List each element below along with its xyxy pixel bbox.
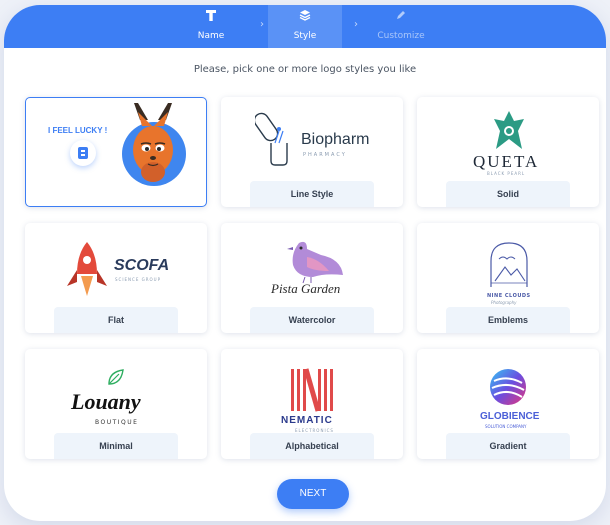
capsule-icon: [255, 112, 288, 166]
step-name[interactable]: Name: [172, 5, 250, 48]
lucky-label: I FEEL LUCKY !: [48, 126, 108, 135]
style-label: Flat: [54, 307, 178, 333]
style-card-line-style[interactable]: Biopharm PHARMACY Line Style: [221, 97, 403, 207]
instruction-text: Please, pick one or more logo styles you…: [193, 64, 417, 75]
next-button[interactable]: NEXT: [277, 479, 349, 509]
logo-subtitle: Photography: [491, 300, 517, 305]
logo-name: QUETA: [473, 152, 540, 171]
logo-style-wizard: Name › Style › Customize Please, pick on…: [4, 5, 606, 521]
style-label: Solid: [446, 181, 570, 207]
logo-subtitle: SOLUTION COMPANY: [485, 424, 527, 429]
leaf-emblem-icon: [494, 111, 524, 149]
dice-icon: [70, 140, 96, 166]
logo-name: Pista Garden: [271, 281, 341, 296]
style-card-alphabetical[interactable]: NEMATIC ELECTRONICS Alphabetical: [221, 349, 403, 459]
step-style-label: Style: [293, 31, 317, 41]
step-style[interactable]: Style: [268, 5, 342, 48]
logo-name: GLOBIENCE: [480, 411, 540, 422]
step-name-label: Name: [197, 31, 225, 41]
gradient-globe-icon: [490, 369, 526, 405]
logo-subtitle: PHARMACY: [303, 152, 347, 158]
wizard-stepper: Name › Style › Customize: [4, 5, 606, 48]
logo-name: NEMATIC: [281, 415, 333, 426]
style-label: Gradient: [446, 433, 570, 459]
style-label: Watercolor: [250, 307, 374, 333]
style-label: Emblems: [446, 307, 570, 333]
letter-n-mark: [291, 368, 333, 412]
text-icon: [172, 9, 250, 23]
style-card-flat[interactable]: SCOFA SCIENCE GROUP Flat: [25, 223, 207, 333]
arch-emblem-icon: [490, 242, 528, 287]
logo-name: SCOFA: [114, 257, 170, 274]
logo-name: Louany: [71, 389, 141, 414]
logo-name: NINE CLOUDS: [487, 293, 531, 299]
logo-subtitle: BOUTIQUE: [95, 419, 139, 426]
step-customize-label: Customize: [377, 31, 425, 41]
style-card-solid[interactable]: QUETA BLACK PEARL Solid: [417, 97, 599, 207]
logo-subtitle: BLACK PEARL: [487, 171, 526, 176]
style-label: Line Style: [250, 181, 374, 207]
style-card-gradient[interactable]: GLOBIENCE SOLUTION COMPANY Gradient: [417, 349, 599, 459]
leaf-icon: [108, 369, 124, 385]
style-card-lucky[interactable]: I FEEL LUCKY !: [25, 97, 207, 207]
layers-icon: [268, 9, 342, 23]
pencil-icon: [359, 9, 443, 23]
style-card-emblems[interactable]: NINE CLOUDS Photography Emblems: [417, 223, 599, 333]
style-label: Minimal: [54, 433, 178, 459]
style-card-minimal[interactable]: Louany BOUTIQUE Minimal: [25, 349, 207, 459]
logo-name: Biopharm: [301, 131, 370, 148]
fox-character-illustration: [122, 103, 186, 186]
bird-illustration: [287, 241, 343, 284]
step-customize[interactable]: Customize: [359, 5, 443, 48]
rocket-icon: [67, 242, 107, 296]
chevron-right-icon: ›: [354, 19, 358, 30]
logo-subtitle: SCIENCE GROUP: [115, 277, 161, 282]
style-card-watercolor[interactable]: Pista Garden Watercolor: [221, 223, 403, 333]
style-label: Alphabetical: [250, 433, 374, 459]
chevron-right-icon: ›: [260, 19, 264, 30]
